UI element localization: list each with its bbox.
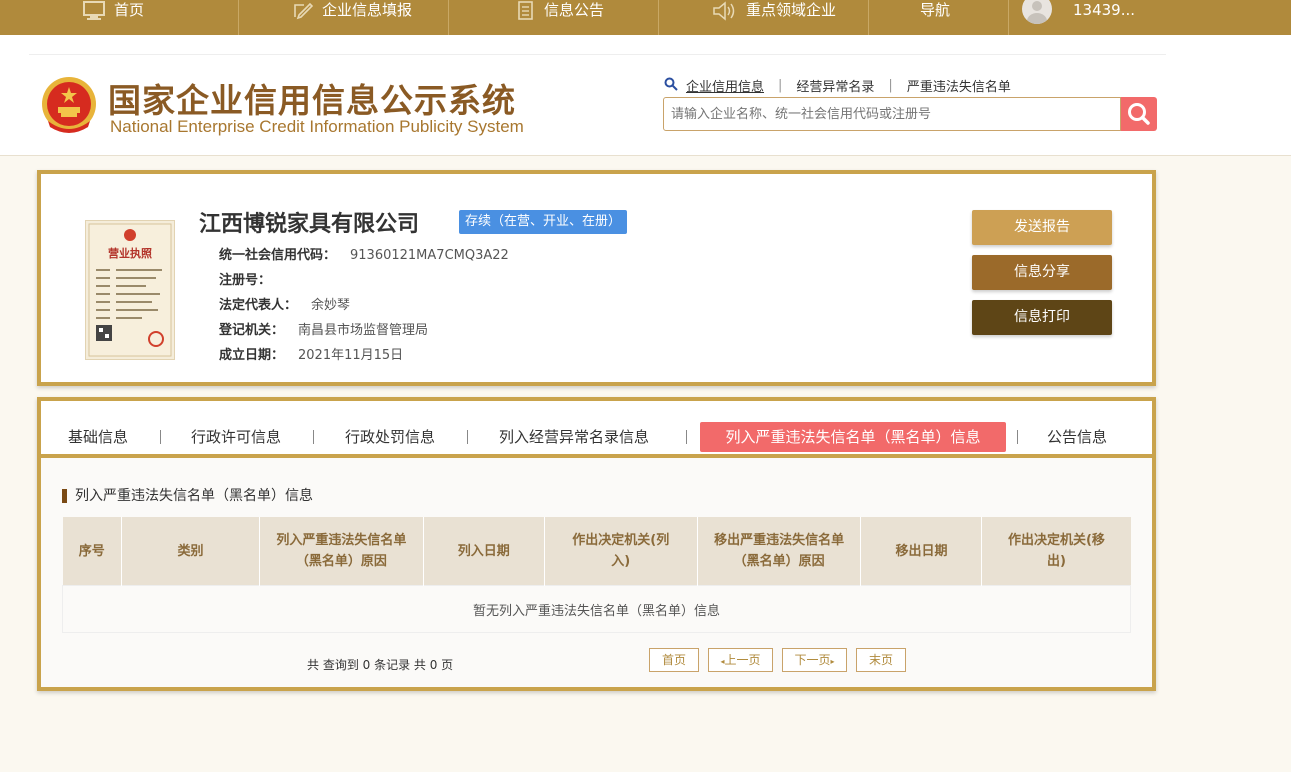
search-input[interactable] bbox=[663, 97, 1121, 131]
status-badge: 存续（在营、开业、在册） bbox=[459, 210, 628, 234]
nav-divider bbox=[658, 0, 659, 35]
field-label: 注册号： bbox=[219, 273, 272, 288]
nav-divider bbox=[1008, 0, 1009, 35]
site-title: 国家企业信用信息公示系统 bbox=[108, 81, 516, 120]
nav-divider bbox=[868, 0, 869, 35]
nav-navigation-label: 导航 bbox=[920, 1, 951, 19]
tab-separator bbox=[686, 430, 687, 444]
nav-announcement[interactable]: 信息公告 bbox=[516, 0, 604, 35]
tab-separator bbox=[160, 430, 161, 444]
document-icon bbox=[516, 1, 536, 26]
tab-content: 列入严重违法失信名单（黑名单）信息 序号 类别 列入严重违法失信名单（黑名单）原… bbox=[41, 458, 1152, 687]
field-value: 2021年11月15日 bbox=[298, 348, 404, 363]
field-reg-number: 注册号： bbox=[219, 269, 285, 288]
search-icon bbox=[664, 77, 678, 95]
pager-next-button[interactable]: 下一页▸ bbox=[782, 648, 847, 672]
section-title: 列入严重违法失信名单（黑名单）信息 bbox=[62, 489, 313, 503]
column-header: 移出日期 bbox=[860, 517, 983, 586]
header-divider bbox=[29, 54, 1166, 55]
tab-announcements[interactable]: 公告信息 bbox=[1047, 422, 1107, 452]
search-button[interactable] bbox=[1121, 97, 1157, 131]
pager-last-button[interactable]: 末页 bbox=[856, 648, 906, 672]
nav-navigation[interactable]: 导航 bbox=[920, 0, 950, 35]
column-header: 类别 bbox=[121, 517, 261, 586]
tab-admin-penalty[interactable]: 行政处罚信息 bbox=[345, 422, 435, 452]
field-label: 登记机关： bbox=[219, 323, 285, 338]
tab-bar: 基础信息 行政许可信息 行政处罚信息 列入经营异常名录信息 列入严重违法失信名单… bbox=[41, 401, 1152, 458]
nav-divider bbox=[238, 0, 239, 35]
tab-abnormal-list[interactable]: 列入经营异常名录信息 bbox=[499, 422, 649, 452]
nav-enterprise-report-label: 企业信息填报 bbox=[322, 1, 413, 19]
field-value: 91360121MA7CMQ3A22 bbox=[350, 248, 509, 263]
monitor-icon bbox=[82, 1, 106, 26]
nav-home-label: 首页 bbox=[114, 1, 145, 19]
table-row: 暂无列入严重违法失信名单（黑名单）信息 bbox=[62, 585, 1131, 633]
tab-admin-license[interactable]: 行政许可信息 bbox=[191, 422, 281, 452]
nav-user[interactable]: 13439... bbox=[1073, 0, 1135, 35]
tab-separator bbox=[467, 430, 468, 444]
empty-message: 暂无列入严重违法失信名单（黑名单）信息 bbox=[62, 585, 1131, 633]
tab-separator bbox=[313, 430, 314, 444]
link-separator: | bbox=[778, 78, 783, 93]
edit-icon bbox=[292, 1, 314, 26]
pager-next-label: 下一页 bbox=[794, 653, 831, 667]
user-avatar[interactable] bbox=[1022, 0, 1052, 24]
nav-announcement-label: 信息公告 bbox=[544, 1, 605, 19]
field-credit-code: 统一社会信用代码： 91360121MA7CMQ3A22 bbox=[219, 244, 509, 263]
share-info-button[interactable]: 信息分享 bbox=[972, 255, 1112, 290]
business-license-thumbnail[interactable]: 营业执照 bbox=[85, 220, 175, 360]
nav-divider bbox=[448, 0, 449, 35]
nav-key-sector[interactable]: 重点领域企业 bbox=[712, 0, 836, 35]
table-header-row: 序号 类别 列入严重违法失信名单（黑名单）原因 列入日期 作出决定机关(列入) … bbox=[62, 517, 1131, 586]
print-info-button[interactable]: 信息打印 bbox=[972, 300, 1112, 335]
tab-separator bbox=[1017, 430, 1018, 444]
send-report-button[interactable]: 发送报告 bbox=[972, 210, 1112, 245]
pager-prev-button[interactable]: ◂上一页 bbox=[708, 648, 773, 672]
column-header: 列入严重违法失信名单（黑名单）原因 bbox=[259, 517, 424, 586]
national-emblem-icon bbox=[38, 75, 100, 137]
nav-home[interactable]: 首页 bbox=[82, 0, 144, 35]
top-nav: 首页 企业信息填报 信息公告 重点领域企业 导航 13439... bbox=[0, 0, 1291, 35]
site-header: 国家企业信用信息公示系统 National Enterprise Credit … bbox=[0, 35, 1291, 156]
column-header: 序号 bbox=[62, 517, 123, 586]
speaker-icon bbox=[712, 1, 738, 26]
field-established: 成立日期： 2021年11月15日 bbox=[219, 344, 403, 363]
license-title: 营业执照 bbox=[108, 246, 152, 260]
pager-prev-label: 上一页 bbox=[724, 653, 761, 667]
tab-basic-info[interactable]: 基础信息 bbox=[68, 422, 128, 452]
company-name: 江西博锐家具有限公司 bbox=[199, 212, 420, 237]
field-label: 法定代表人： bbox=[219, 298, 298, 313]
column-header: 作出决定机关(列入) bbox=[544, 517, 698, 586]
field-authority: 登记机关： 南昌县市场监督管理局 bbox=[219, 319, 428, 338]
site-title-en: National Enterprise Credit Information P… bbox=[110, 117, 524, 136]
blacklist-table: 序号 类别 列入严重违法失信名单（黑名单）原因 列入日期 作出决定机关(列入) … bbox=[62, 517, 1131, 633]
field-legal-rep: 法定代表人： 余妙琴 bbox=[219, 294, 350, 313]
search-type-links: 企业信用信息 | 经营异常名录 | 严重违法失信名单 bbox=[664, 76, 1019, 95]
chevron-right-icon: ▸ bbox=[830, 657, 835, 666]
tab-blacklist[interactable]: 列入严重违法失信名单（黑名单）信息 bbox=[700, 422, 1006, 452]
company-card: 营业执照 江西博锐家具有限公司 存续（在营、开业、在册） 统一社会信用代码： 91… bbox=[37, 170, 1156, 386]
search-link-abnormal[interactable]: 经营异常名录 bbox=[796, 76, 874, 95]
record-summary: 共 查询到 0 条记录 共 0 页 bbox=[307, 658, 454, 672]
nav-user-label: 13439... bbox=[1073, 1, 1136, 19]
info-panel: 基础信息 行政许可信息 行政处罚信息 列入经营异常名录信息 列入严重违法失信名单… bbox=[37, 397, 1156, 691]
search-button-icon bbox=[1128, 103, 1150, 125]
search-link-blacklist[interactable]: 严重违法失信名单 bbox=[907, 76, 1011, 95]
pager-first-button[interactable]: 首页 bbox=[649, 648, 699, 672]
column-header: 列入日期 bbox=[423, 517, 545, 586]
field-label: 统一社会信用代码： bbox=[219, 248, 337, 263]
column-header: 移出严重违法失信名单（黑名单）原因 bbox=[697, 517, 862, 586]
field-label: 成立日期： bbox=[219, 348, 285, 363]
field-value: 余妙琴 bbox=[311, 298, 351, 313]
column-header: 作出决定机关(移出) bbox=[981, 517, 1131, 586]
field-value: 南昌县市场监督管理局 bbox=[298, 323, 429, 338]
link-separator: | bbox=[888, 78, 893, 93]
nav-key-sector-label: 重点领域企业 bbox=[746, 1, 837, 19]
search-link-credit[interactable]: 企业信用信息 bbox=[686, 76, 764, 95]
nav-enterprise-report[interactable]: 企业信息填报 bbox=[292, 0, 412, 35]
